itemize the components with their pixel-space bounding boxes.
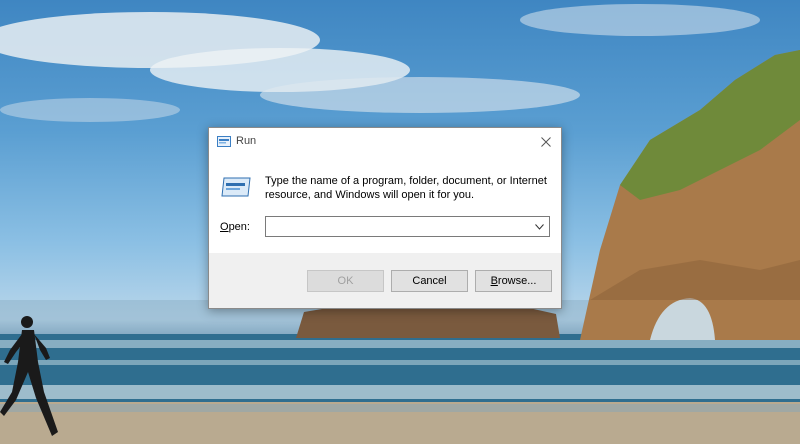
run-icon: [217, 136, 231, 147]
browse-text: rowse...: [497, 275, 537, 287]
open-combobox[interactable]: [265, 216, 550, 237]
dropdown-button[interactable]: [529, 217, 549, 236]
close-button[interactable]: [531, 128, 561, 156]
open-input[interactable]: [266, 217, 528, 236]
button-bar: OK Cancel Browse...: [209, 253, 561, 308]
run-dialog: Run Type the name of a program, folder, …: [208, 127, 562, 309]
ok-button[interactable]: OK: [307, 270, 384, 292]
open-label-text: pen:: [228, 221, 250, 233]
instruction-text: Type the name of a program, folder, docu…: [265, 175, 547, 201]
chevron-down-icon: [534, 223, 544, 230]
browse-mnemonic: B: [490, 275, 498, 287]
close-icon: [541, 137, 551, 147]
cancel-button[interactable]: Cancel: [391, 270, 468, 292]
open-label-mnemonic: O: [220, 221, 229, 233]
browse-button[interactable]: Browse...: [475, 270, 552, 292]
run-icon: [221, 177, 251, 197]
open-label: Open:: [220, 221, 250, 233]
dialog-title: Run: [236, 135, 257, 147]
title-bar[interactable]: Run: [209, 128, 561, 156]
